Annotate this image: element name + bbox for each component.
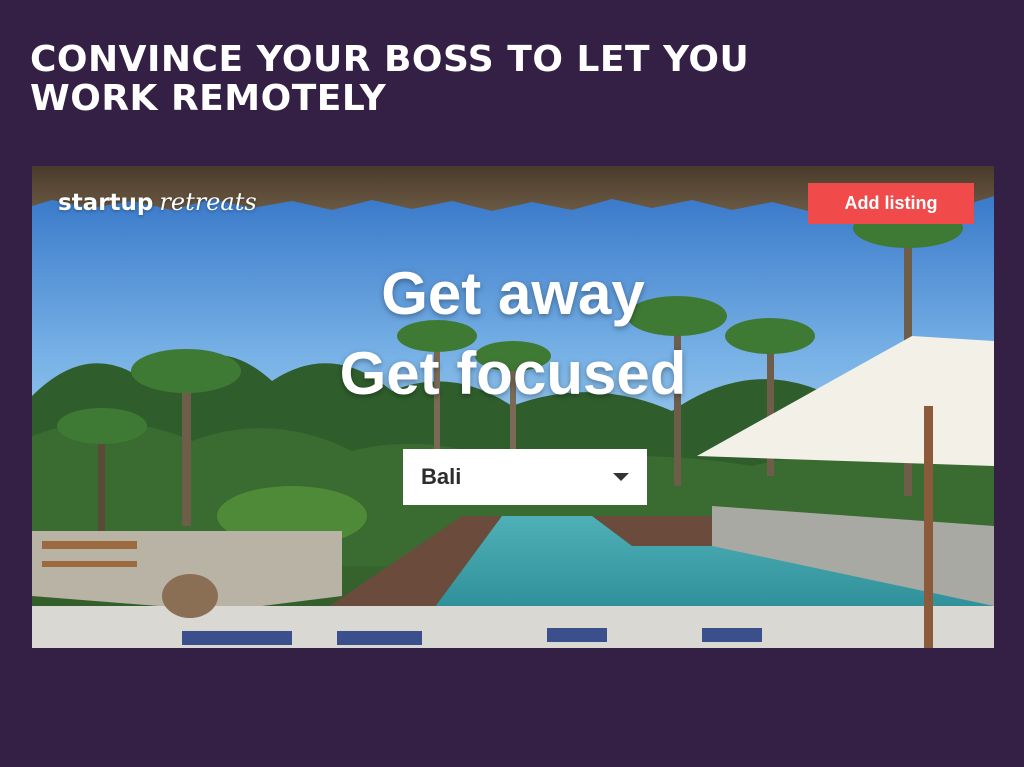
slide-title: CONVINCE YOUR BOSS TO LET YOU WORK REMOT… xyxy=(30,40,930,118)
location-dropdown[interactable]: Bali xyxy=(403,449,647,505)
hero-headline: Get away Get focused xyxy=(32,254,994,414)
hero-line-get-focused: Get focused xyxy=(339,340,687,407)
logo-text-startup: startup xyxy=(58,190,154,216)
logo-text-retreats: retreats xyxy=(159,188,257,216)
startup-retreats-logo[interactable]: startup retreats xyxy=(58,188,257,216)
website-screenshot: startup retreats Add listing Get away Get… xyxy=(32,166,994,648)
location-dropdown-value: Bali xyxy=(421,464,462,489)
chevron-down-icon xyxy=(613,473,629,481)
hero-line-get-away: Get away xyxy=(381,260,645,327)
add-listing-button[interactable]: Add listing xyxy=(808,183,974,224)
slide-title-line-1: CONVINCE YOUR BOSS TO LET YOU xyxy=(30,39,750,80)
slide-title-line-2: WORK REMOTELY xyxy=(30,78,387,119)
